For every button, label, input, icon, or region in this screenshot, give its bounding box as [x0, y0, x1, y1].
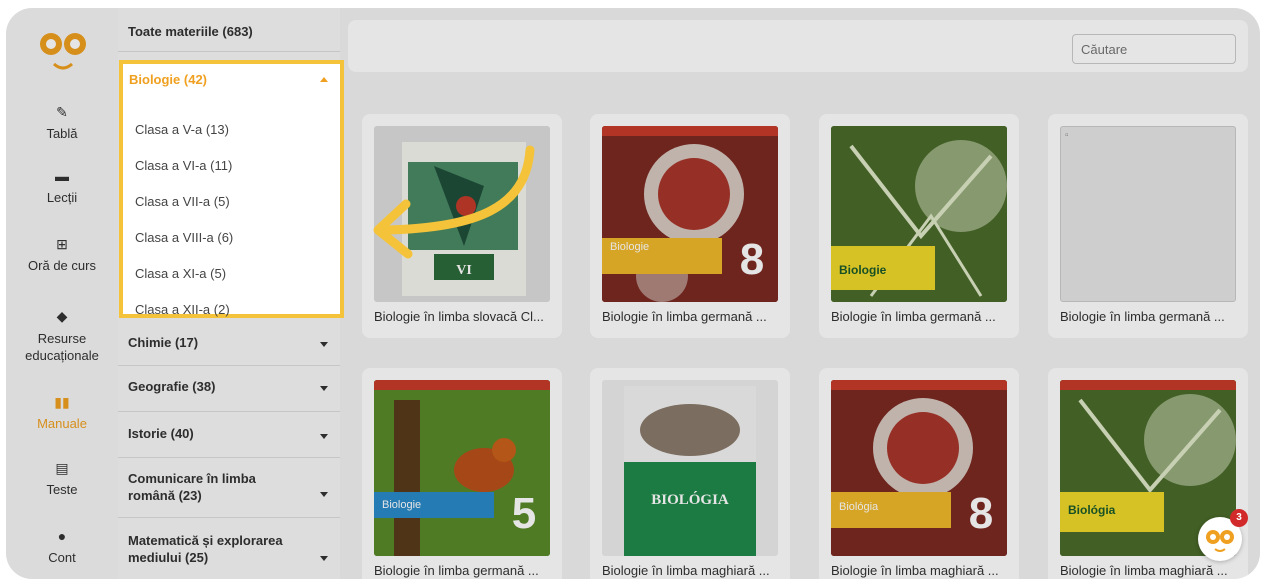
broken-image-icon: ▫ [1065, 130, 1069, 141]
book-cover: Biológia 8 [831, 380, 1007, 556]
subject-matematica[interactable]: Matematică și explorarea mediului (25) [118, 518, 340, 579]
book-title: Biologie în limba germană ... [1060, 309, 1225, 324]
svg-text:Biologie: Biologie [839, 263, 887, 277]
cube-icon: ◆ [56, 308, 68, 324]
subject-biologie-header[interactable]: Biologie (42) [123, 64, 340, 96]
book-icon: ▮▮ [54, 394, 70, 410]
teacher-icon: ⊞ [56, 236, 68, 252]
app-logo[interactable] [36, 24, 90, 74]
svg-text:BIOLÓGIA: BIOLÓGIA [651, 491, 729, 508]
grade-item[interactable]: Clasa a XII-a (2) [135, 302, 230, 317]
book-title: Biologie în limba maghiară ... [831, 563, 999, 578]
book-cover-placeholder: ▫ [1060, 126, 1236, 302]
book-title: Biologie în limba maghiară ... [602, 563, 770, 578]
nav-item-lectii[interactable]: ▬ Lecții [6, 168, 118, 205]
book-card[interactable]: ▫ Biologie în limba germană ... [1048, 114, 1248, 338]
notification-badge: 3 [1230, 509, 1248, 527]
chevron-down-icon [320, 386, 328, 391]
subject-label: Comunicare în limba română (23) [128, 471, 256, 503]
nav-item-manuale[interactable]: ▮▮ Manuale [6, 394, 118, 431]
folder-icon: ▬ [55, 168, 69, 184]
pencil-icon: ✎ [56, 104, 68, 120]
book-card[interactable]: Biologie Biologie în limba germană ... [819, 114, 1019, 338]
subject-label: Geografie (38) [128, 379, 216, 394]
subject-all[interactable]: Toate materiile (683) [118, 8, 340, 52]
nav-item-resurse[interactable]: ◆ Resurse educaționale [6, 308, 118, 364]
subject-label: Toate materiile (683) [128, 24, 253, 39]
book-title: Biologie în limba germană ... [374, 563, 539, 578]
chevron-down-icon [320, 556, 328, 561]
nav-label: Tablă [46, 126, 78, 141]
subject-comunicare[interactable]: Comunicare în limba română (23) [118, 458, 340, 518]
svg-text:Biologie: Biologie [382, 499, 421, 511]
subject-geografie[interactable]: Geografie (38) [118, 366, 340, 412]
book-cover: BIOLÓGIA [602, 380, 778, 556]
user-icon: ● [57, 528, 67, 544]
nav-label: Oră de curs [28, 258, 96, 273]
nav-rail: ✎ Tablă ▬ Lecții ⊞ Oră de curs ◆ Resurse… [6, 8, 118, 579]
svg-text:Biologie: Biologie [610, 241, 649, 253]
biologie-dropdown: Biologie (42) Clasa a V-a (13) Clasa a V… [119, 60, 344, 318]
book-title: Biologie în limba slovacă Cl... [374, 309, 544, 324]
subject-istorie[interactable]: Istorie (40) [118, 412, 340, 458]
subject-chimie[interactable]: Chimie (17) [118, 320, 340, 366]
book-title: Biologie în limba germană ... [831, 309, 996, 324]
book-card[interactable]: Biologie 5 Biologie în limba germană ... [362, 368, 562, 579]
help-widget-button[interactable]: 3 [1198, 509, 1248, 561]
nav-label: Lecții [46, 190, 78, 205]
nav-label: Teste [46, 482, 78, 497]
chevron-down-icon [320, 434, 328, 439]
subject-label: Istorie (40) [128, 426, 194, 441]
annotation-arrow-icon [373, 145, 535, 259]
chevron-down-icon [320, 492, 328, 497]
book-card[interactable]: BIOLÓGIA Biologie în limba maghiară ... [590, 368, 790, 579]
nav-item-tabla[interactable]: ✎ Tablă [6, 104, 118, 141]
book-cover: Biologie 5 [374, 380, 550, 556]
nav-item-teste[interactable]: ▤ Teste [6, 460, 118, 497]
svg-text:Biológia: Biológia [1068, 503, 1116, 517]
nav-item-ora-de-curs[interactable]: ⊞ Oră de curs [6, 236, 118, 273]
app-window: ✎ Tablă ▬ Lecții ⊞ Oră de curs ◆ Resurse… [6, 8, 1260, 579]
svg-text:5: 5 [512, 489, 536, 538]
grade-item[interactable]: Clasa a VIII-a (6) [135, 230, 233, 245]
grade-item[interactable]: Clasa a VI-a (11) [135, 158, 232, 173]
nav-label: Manuale [37, 416, 87, 431]
nav-label: Resurse educaționale [25, 331, 99, 363]
book-cover: Biologie [831, 126, 1007, 302]
grade-item[interactable]: Clasa a XI-a (5) [135, 266, 226, 281]
svg-text:8: 8 [740, 235, 764, 284]
grade-item[interactable]: Clasa a VII-a (5) [135, 194, 230, 209]
chevron-up-icon [320, 77, 328, 82]
subject-label: Chimie (17) [128, 335, 199, 350]
nav-item-cont[interactable]: ● Cont [6, 528, 118, 565]
subject-label: Matematică și explorarea mediului (25) [128, 533, 283, 565]
search-input[interactable] [1072, 34, 1236, 64]
book-cover: Biologie 8 [602, 126, 778, 302]
book-card[interactable]: Biologie 8 Biologie în limba germană ... [590, 114, 790, 338]
grade-item[interactable]: Clasa a V-a (13) [135, 122, 229, 137]
document-icon: ▤ [55, 460, 69, 476]
svg-text:8: 8 [969, 489, 993, 538]
book-title: Biologie în limba germană ... [602, 309, 767, 324]
svg-text:Biológia: Biológia [839, 501, 879, 513]
top-bar [348, 20, 1248, 72]
nav-label: Cont [48, 550, 76, 565]
book-title: Biologie în limba maghiară ... [1060, 563, 1228, 578]
subject-label: Biologie (42) [129, 72, 208, 87]
chevron-down-icon [320, 342, 328, 347]
book-card[interactable]: Biológia 8 Biologie în limba maghiară ..… [819, 368, 1019, 579]
main-content: VI Biologie în limba slovacă Cl... Biolo… [340, 8, 1260, 579]
